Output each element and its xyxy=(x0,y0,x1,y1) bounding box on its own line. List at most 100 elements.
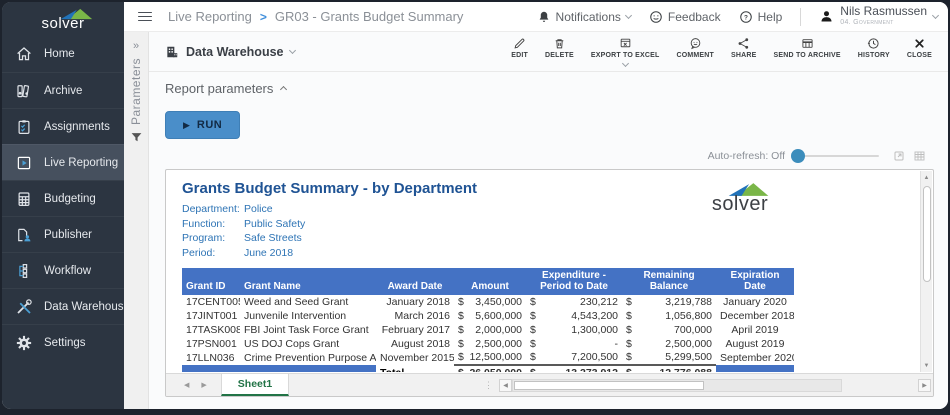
currency-symbol: $ xyxy=(626,324,632,337)
delete-button[interactable]: DELETE xyxy=(545,37,574,59)
user-menu[interactable]: Nils Rasmussen 04. Government xyxy=(819,6,938,28)
table-cell: August 2019 xyxy=(716,337,794,351)
table-cell: $700,000 xyxy=(622,323,716,337)
column-header: Expiration Date xyxy=(716,268,794,295)
currency-symbol: $ xyxy=(626,351,632,364)
table-row: 17TASK008 FBI Joint Task Force Grant Feb… xyxy=(182,323,794,337)
user-texts: Nils Rasmussen 04. Government xyxy=(840,6,927,28)
table-cell: March 2016 xyxy=(376,309,454,323)
smiley-icon xyxy=(649,10,663,24)
table-cell: US DOJ Cops Grant xyxy=(240,337,376,351)
comment-bubble-icon xyxy=(689,37,702,50)
table-cell: 17LLN036 xyxy=(182,351,240,365)
history-clock-icon xyxy=(867,37,880,50)
history-button[interactable]: HISTORY xyxy=(858,37,890,59)
table-cell: 17PSN001 xyxy=(182,337,240,351)
table-cell: Junvenile Intervention xyxy=(240,309,376,323)
slider-thumb[interactable] xyxy=(791,149,805,163)
sheet-prev-icon[interactable]: ◀ xyxy=(184,381,189,389)
report-meta-row: Program: Safe Streets xyxy=(182,231,920,246)
menu-icon[interactable] xyxy=(138,12,152,22)
horizontal-scrollbar[interactable]: ◀ ▶ xyxy=(499,379,933,392)
horizontal-scroll-thumb[interactable] xyxy=(514,381,704,390)
comment-button[interactable]: COMMENT xyxy=(676,37,714,59)
sidebar-item-settings[interactable]: Settings xyxy=(2,324,124,360)
solver-logo-text: solver xyxy=(712,193,768,216)
breadcrumb-page: GR03 - Grants Budget Summary xyxy=(275,9,464,24)
sheet-tab[interactable]: Sheet1 xyxy=(221,374,289,396)
feedback-button[interactable]: Feedback xyxy=(649,10,721,24)
warehouse-icon xyxy=(165,45,179,59)
app-logo[interactable]: solver xyxy=(2,2,124,36)
main-content: Data Warehouse EDIT DELETE EXPORT TO EXC… xyxy=(149,32,948,409)
parameters-collapsed-panel[interactable]: » Parameters xyxy=(124,32,149,409)
archive-icon xyxy=(15,82,33,100)
report-meta-row: Function: Public Safety xyxy=(182,217,920,232)
sidebar-item-publisher[interactable]: Publisher xyxy=(2,216,124,252)
table-cell: $5,600,000 xyxy=(454,309,526,323)
share-button[interactable]: SHARE xyxy=(731,37,757,59)
sheet-next-icon[interactable]: ▶ xyxy=(201,381,206,389)
report-meta-row: Period: June 2018 xyxy=(182,246,920,261)
open-in-window-icon[interactable] xyxy=(893,150,905,162)
topbar-right: Notifications Feedback ? Help Nils Rasmu… xyxy=(537,6,938,28)
sheet-nav-arrows: ◀ ▶ xyxy=(166,374,221,396)
report-parameters-toggle[interactable]: Report parameters xyxy=(149,72,948,104)
column-header: Grant Name xyxy=(240,268,376,295)
run-button[interactable]: ▶ RUN xyxy=(165,111,240,139)
send-to-archive-button[interactable]: SEND TO ARCHIVE xyxy=(774,37,841,59)
report-title: Grants Budget Summary - by Department xyxy=(182,180,920,197)
sidebar-item-live-reporting[interactable]: Live Reporting xyxy=(2,144,124,180)
scroll-right-icon[interactable]: ▶ xyxy=(918,379,931,392)
expand-double-chevron-icon[interactable]: » xyxy=(133,40,139,52)
table-cell: $7,200,500 xyxy=(526,351,622,365)
sidebar-item-label: Workflow xyxy=(44,265,91,277)
currency-symbol: $ xyxy=(530,296,536,309)
funnel-icon xyxy=(130,131,143,144)
table-cell: November 2015 xyxy=(376,351,454,365)
sidebar-item-label: Data Warehouse xyxy=(44,301,130,313)
edit-button[interactable]: EDIT xyxy=(511,37,528,59)
table-cell: December 2018 xyxy=(716,309,794,323)
vertical-scroll-thumb[interactable] xyxy=(923,186,931,282)
close-button[interactable]: CLOSE xyxy=(907,37,932,59)
scroll-up-icon[interactable]: ▲ xyxy=(921,171,933,184)
table-row: 17PSN001 US DOJ Cops Grant August 2018 $… xyxy=(182,337,794,351)
report-canvas: Grants Budget Summary - by Department De… xyxy=(166,170,920,372)
table-cell: $230,212 xyxy=(526,295,622,309)
table-cell: $2,000,000 xyxy=(454,323,526,337)
sidebar-item-assignments[interactable]: Assignments xyxy=(2,108,124,144)
user-org: 04. Government xyxy=(840,17,927,28)
horizontal-scroll-track[interactable] xyxy=(512,379,842,392)
home-icon xyxy=(15,45,33,63)
table-cell: $1,300,000 xyxy=(526,323,622,337)
sidebar-item-archive[interactable]: Archive xyxy=(2,72,124,108)
table-cell: $4,543,200 xyxy=(526,309,622,323)
notifications-button[interactable]: Notifications xyxy=(537,10,631,24)
data-source-dropdown[interactable]: Data Warehouse xyxy=(165,45,295,59)
grid-view-icon[interactable] xyxy=(913,150,926,162)
question-circle-icon: ? xyxy=(739,10,753,24)
header-divider xyxy=(800,8,801,26)
export-to-excel-button[interactable]: EXPORT TO EXCEL xyxy=(591,37,660,66)
scroll-left-icon[interactable]: ◀ xyxy=(499,379,512,392)
column-header: Expenditure - Period to Date xyxy=(526,268,622,295)
table-cell: April 2019 xyxy=(716,323,794,337)
sidebar: Home Archive Assignments Live Reporting … xyxy=(2,2,124,409)
breadcrumb-section[interactable]: Live Reporting xyxy=(168,9,252,24)
table-row: 17LLN036 Crime Prevention Purpose Area N… xyxy=(182,351,794,365)
solver-logo-text: solver xyxy=(41,17,84,30)
auto-refresh-slider[interactable] xyxy=(793,155,879,157)
sidebar-item-home[interactable]: Home xyxy=(2,36,124,72)
sidebar-item-budgeting[interactable]: Budgeting xyxy=(2,180,124,216)
scroll-down-icon[interactable]: ▼ xyxy=(921,359,933,372)
currency-symbol: $ xyxy=(458,351,464,364)
table-cell: $2,500,000 xyxy=(622,337,716,351)
sidebar-item-data-warehouse[interactable]: Data Warehouse xyxy=(2,288,124,324)
workflow-icon xyxy=(15,262,33,280)
grants-table-header: Grant ID Grant Name Award Date Amount Ex… xyxy=(182,268,794,295)
column-header: Amount xyxy=(454,268,526,295)
sidebar-item-workflow[interactable]: Workflow xyxy=(2,252,124,288)
help-button[interactable]: ? Help xyxy=(739,10,783,24)
vertical-scrollbar[interactable]: ▲ ▼ xyxy=(920,171,932,372)
